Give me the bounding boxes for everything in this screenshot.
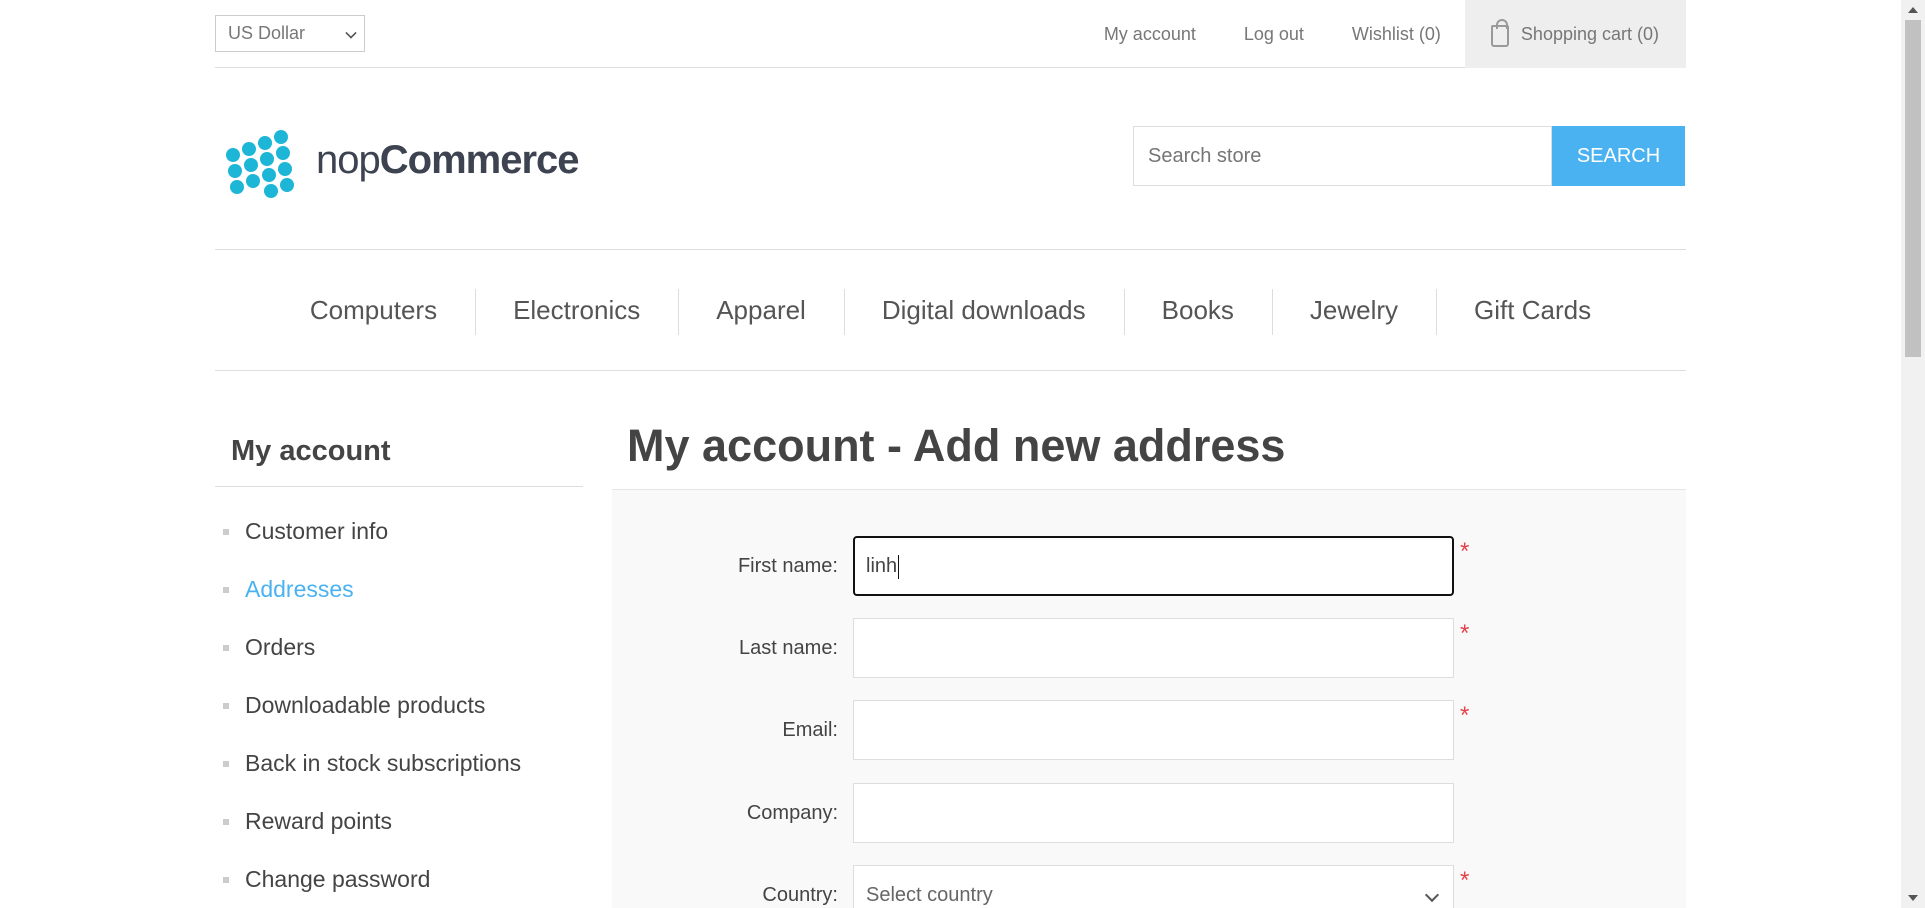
logo-dot [226, 148, 240, 162]
nav-item-digital-downloads[interactable]: Digital downloads [843, 288, 1124, 335]
search-box: SEARCH [1133, 126, 1685, 186]
logo-dot [262, 168, 276, 182]
company-row: Company: [612, 783, 1686, 843]
logo-dot [228, 164, 242, 178]
currency-select[interactable]: US Dollar [215, 15, 365, 52]
address-form: First name: linh * Last name: * Email: *… [612, 489, 1686, 908]
my-account-link[interactable]: My account [1104, 24, 1196, 45]
logo-dots-icon [218, 128, 304, 198]
first-name-row: First name: linh * [612, 536, 1686, 596]
logo-dot [260, 152, 274, 166]
first-name-label: First name: [737, 555, 838, 577]
sidebar-item-customer-info[interactable]: Customer info [215, 502, 583, 560]
logo-dot [276, 146, 290, 160]
chevron-down-icon [1424, 887, 1440, 903]
shopping-cart-link[interactable]: Shopping cart (0) [1464, 0, 1686, 68]
sidebar-item-back-in-stock[interactable]: Back in stock subscriptions [215, 734, 583, 792]
header-links: My account Log out Wishlist (0) Shopping… [1056, 0, 1686, 68]
sidebar-item-orders[interactable]: Orders [215, 618, 583, 676]
shopping-cart-label: Shopping cart (0) [1520, 23, 1659, 44]
sidebar-item-reward-points[interactable]: Reward points [215, 792, 583, 850]
required-asterisk: * [1460, 620, 1470, 647]
sidebar-item-downloadable-products[interactable]: Downloadable products [215, 676, 583, 734]
shopping-bag-icon [1490, 19, 1509, 47]
currency-value: US Dollar [228, 23, 306, 43]
country-value: Select country [866, 884, 993, 906]
email-input[interactable] [853, 700, 1454, 760]
logo-dot [264, 184, 278, 198]
last-name-row: Last name: * [612, 618, 1686, 678]
nav-item-jewelry[interactable]: Jewelry [1271, 288, 1436, 335]
sidebar-title: My account [215, 426, 583, 487]
country-label: Country: [762, 884, 838, 906]
logo-dot [280, 178, 294, 192]
required-asterisk: * [1460, 538, 1470, 565]
logo-dot [230, 180, 244, 194]
search-button[interactable]: SEARCH [1552, 126, 1685, 186]
company-input[interactable] [853, 783, 1454, 843]
page-scrollbar[interactable] [1901, 0, 1925, 908]
top-menu: Computers Electronics Apparel Digital do… [215, 249, 1686, 371]
last-name-input[interactable] [853, 618, 1454, 678]
sidebar-list: Customer info Addresses Orders Downloada… [215, 502, 583, 908]
logo-dot [274, 130, 288, 144]
required-asterisk: * [1460, 702, 1470, 729]
page-title: My account - Add new address [627, 420, 1286, 471]
logo-dot [258, 136, 272, 150]
logo-dot [242, 142, 256, 156]
search-input[interactable] [1133, 126, 1552, 186]
nav-item-apparel[interactable]: Apparel [678, 288, 844, 335]
first-name-input[interactable]: linh [853, 536, 1454, 596]
scroll-down-icon[interactable] [1908, 895, 1918, 901]
nav-item-electronics[interactable]: Electronics [475, 288, 678, 335]
page: US Dollar My account Log out Wishlist (0… [0, 0, 1925, 908]
nav-item-computers[interactable]: Computers [272, 295, 475, 326]
logo-dot [246, 174, 260, 188]
chevron-down-icon [345, 27, 357, 39]
email-row: Email: * [612, 700, 1686, 760]
nav-item-gift-cards[interactable]: Gift Cards [1436, 288, 1629, 335]
sidebar-item-change-password[interactable]: Change password [215, 850, 583, 908]
country-row: Country: Select country * [612, 865, 1686, 908]
store-logo[interactable]: nopCommerce [218, 126, 588, 198]
sidebar-item-addresses[interactable]: Addresses [215, 560, 583, 618]
last-name-label: Last name: [739, 637, 838, 659]
logo-text: nopCommerce [316, 137, 580, 182]
logo-dot [278, 162, 292, 176]
company-label: Company: [746, 802, 838, 824]
country-select[interactable]: Select country [853, 865, 1454, 908]
text-caret [898, 554, 900, 579]
email-label: Email: [782, 719, 838, 741]
wishlist-link[interactable]: Wishlist (0) [1352, 24, 1441, 45]
required-asterisk: * [1460, 867, 1470, 894]
scroll-up-icon[interactable] [1908, 7, 1918, 13]
scroll-thumb[interactable] [1905, 20, 1921, 357]
log-out-link[interactable]: Log out [1244, 24, 1304, 45]
logo-dot [244, 158, 258, 172]
header-upper: US Dollar My account Log out Wishlist (0… [215, 0, 1686, 68]
nav-item-books[interactable]: Books [1123, 288, 1272, 335]
